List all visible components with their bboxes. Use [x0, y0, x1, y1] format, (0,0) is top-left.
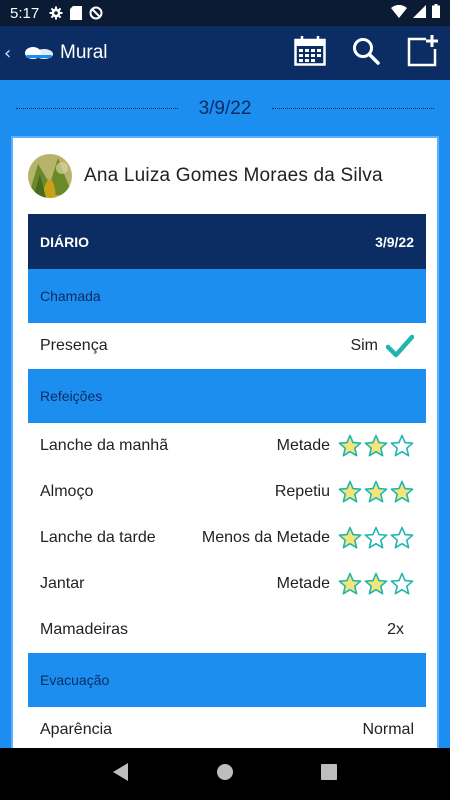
- star-empty-icon: [390, 526, 414, 550]
- new-post-icon: [406, 35, 438, 71]
- wifi-icon: [391, 4, 407, 22]
- nav-recents-icon[interactable]: [320, 764, 337, 784]
- back-chevron-icon[interactable]: ‹: [4, 43, 22, 64]
- settings-icon: [49, 6, 63, 20]
- app-bar: ‹ Mural: [0, 26, 450, 80]
- star-filled-icon: [364, 480, 388, 504]
- status-bar: 5:17: [0, 0, 450, 26]
- system-nav-bar: [0, 748, 450, 800]
- list-item-meal: Jantar Metade: [28, 561, 426, 607]
- date-divider-label: 3/9/22: [188, 98, 262, 120]
- no-disturb-icon: [89, 6, 103, 20]
- star-filled-icon: [338, 526, 362, 550]
- row-label: Presença: [40, 337, 108, 354]
- row-value: Metade: [276, 575, 330, 592]
- star-filled-icon: [338, 434, 362, 458]
- section-header-evacuacao: Evacuação: [28, 653, 426, 707]
- row-value: 2x: [387, 621, 404, 638]
- student-header[interactable]: Ana Luiza Gomes Moraes da Silva: [28, 138, 426, 214]
- diary-title: DIÁRIO: [40, 233, 89, 250]
- post-card: Ana Luiza Gomes Moraes da Silva DIÁRIO 3…: [11, 136, 439, 756]
- star-empty-icon: [364, 526, 388, 550]
- star-empty-icon: [390, 572, 414, 596]
- date-divider: 3/9/22: [0, 80, 450, 138]
- list-item-meal: Almoço Repetiu: [28, 469, 426, 515]
- section-label: Refeições: [40, 388, 103, 404]
- rating-stars: [336, 526, 414, 550]
- diary-header: DIÁRIO 3/9/22: [28, 214, 426, 269]
- app-logo: [24, 45, 54, 61]
- list-item-mamadeiras: Mamadeiras 2x: [28, 607, 426, 653]
- page-title: Mural: [60, 42, 108, 63]
- calendar-icon: [294, 36, 326, 70]
- row-value: Normal: [362, 721, 414, 738]
- student-name: Ana Luiza Gomes Moraes da Silva: [84, 165, 383, 186]
- row-value: Repetiu: [274, 483, 330, 500]
- row-label: Aparência: [40, 721, 113, 738]
- check-icon: [385, 334, 415, 358]
- star-filled-icon: [364, 572, 388, 596]
- rating-stars: [336, 434, 414, 458]
- row-value: Metade: [276, 437, 330, 454]
- list-item-aparencia: Aparência Normal: [28, 707, 426, 753]
- star-filled-icon: [364, 434, 388, 458]
- star-filled-icon: [338, 480, 362, 504]
- section-header-refeicoes: Refeições: [28, 369, 426, 423]
- section-header-chamada: Chamada: [28, 269, 426, 323]
- star-filled-icon: [338, 572, 362, 596]
- row-label: Jantar: [40, 575, 85, 592]
- divider-line-right: [272, 108, 434, 109]
- sd-card-icon: [69, 6, 83, 20]
- row-value: Menos da Metade: [201, 529, 330, 546]
- nav-home-icon[interactable]: [216, 763, 234, 785]
- search-icon: [352, 37, 380, 69]
- divider-line-left: [16, 108, 178, 109]
- rating-stars: [336, 480, 414, 504]
- section-label: Chamada: [40, 288, 101, 304]
- post-card-content: Ana Luiza Gomes Moraes da Silva DIÁRIO 3…: [28, 138, 426, 753]
- status-time: 5:17: [10, 4, 40, 22]
- list-item-meal: Lanche da tarde Menos da Metade: [28, 515, 426, 561]
- avatar: [28, 154, 72, 198]
- star-empty-icon: [390, 434, 414, 458]
- row-label: Mamadeiras: [40, 621, 129, 638]
- row-label: Lanche da tarde: [40, 529, 156, 546]
- star-filled-icon: [390, 480, 414, 504]
- diary-date: 3/9/22: [375, 233, 414, 250]
- calendar-button[interactable]: [282, 26, 338, 80]
- list-item-presenca: Presença Sim: [28, 323, 426, 369]
- row-label: Lanche da manhã: [40, 437, 169, 454]
- list-item-meal: Lanche da manhã Metade: [28, 423, 426, 469]
- new-post-button[interactable]: [394, 26, 450, 80]
- nav-back-icon[interactable]: [113, 763, 129, 785]
- search-button[interactable]: [338, 26, 394, 80]
- signal-icon: [413, 4, 426, 22]
- rating-stars: [336, 572, 414, 596]
- row-label: Almoço: [40, 483, 94, 500]
- battery-icon: [432, 4, 440, 22]
- section-label: Evacuação: [40, 672, 110, 688]
- row-value: Sim: [350, 337, 378, 354]
